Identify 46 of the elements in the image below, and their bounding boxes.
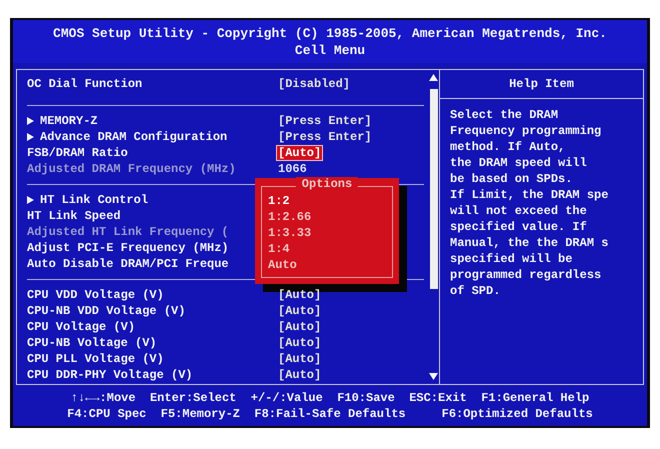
setting-value[interactable]: [Auto] [277,368,322,382]
setting-value[interactable]: [Auto] [277,146,322,160]
help-text: Manual, the the DRAM s [450,235,610,251]
menu-title: Cell Menu [294,42,366,59]
help-text: method. If Auto, [450,139,566,155]
popup-title: Options [296,177,358,191]
setting-label[interactable]: CPU-NB Voltage (V) [27,336,157,350]
setting-value[interactable]: [Press Enter] [277,114,373,128]
setting-label[interactable]: Auto Disable DRAM/PCI Freque [27,257,229,271]
key-hints: F4:CPU Spec F5:Memory-Z F8:Fail-Safe Defaults F6:Optimized Defaults [67,406,593,422]
setting-label[interactable]: OC Dial Function [27,77,142,91]
setting-value[interactable]: [Press Enter] [277,130,373,144]
setting-value[interactable]: [Auto] [277,288,322,302]
help-text: If Limit, the DRAM spe [450,187,610,203]
option-item[interactable]: 1:2 [268,193,386,209]
help-text: Frequency programming [450,123,602,139]
setting-label[interactable]: CPU Voltage (V) [27,320,136,334]
setting-label[interactable]: CPU DDR-PHY Voltage (V) [27,368,193,382]
help-text: be based on SPDs. [450,171,574,187]
key-hints: ↑↓←→:Move Enter:Select +/-/:Value F10:Save ESC:Exit F1:General Help [70,390,590,406]
window-title: CMOS Setup Utility - Copyright (C) 1985-2005, American Megatrends, Inc. [53,25,607,42]
help-text: of SPD. [450,283,502,299]
help-text: specified will be [450,251,574,267]
help-text: Select the DRAM [450,107,560,123]
setting-label[interactable]: CPU PLL Voltage (V) [27,352,164,366]
setting-label[interactable]: CPU VDD Voltage (V) [27,288,164,302]
submenu-arrow-icon [27,196,34,204]
scroll-down-icon[interactable] [429,373,438,380]
setting-value[interactable]: [Auto] [277,336,322,350]
setting-label[interactable]: CPU-NB VDD Voltage (V) [27,304,186,318]
setting-label[interactable]: Advance DRAM Configuration [27,130,228,144]
scroll-up-icon[interactable] [429,74,438,81]
setting-value[interactable]: [Auto] [277,320,322,334]
help-text: the DRAM speed will [450,155,588,171]
setting-value[interactable]: [Auto] [277,304,322,318]
setting-label[interactable]: MEMORY-Z [27,114,98,128]
setting-value[interactable]: [Disabled] [277,77,352,91]
setting-label[interactable]: HT Link Control [27,193,148,207]
help-title: Help Item [509,77,574,91]
setting-value[interactable]: [Auto] [277,352,322,366]
setting-label[interactable]: HT Link Speed [27,209,121,223]
help-text: specified value. If [450,219,588,235]
help-text: programmed regardless [450,267,602,283]
setting-label[interactable]: FSB/DRAM Ratio [27,146,128,160]
help-text: will not exceed the [450,203,588,219]
setting-label[interactable]: Adjust PCI-E Frequency (MHz) [27,241,229,255]
